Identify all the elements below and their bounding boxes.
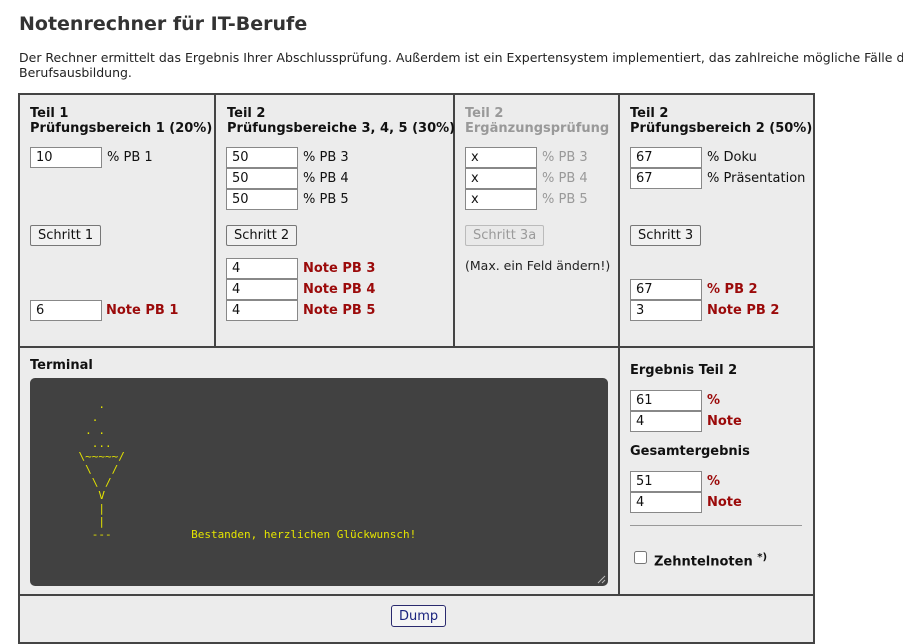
gesamt-percent-input[interactable] bbox=[630, 471, 702, 492]
pb2-percent-result-input[interactable] bbox=[630, 279, 702, 300]
resize-grip-icon[interactable] bbox=[597, 575, 606, 584]
schritt1-button[interactable]: Schritt 1 bbox=[30, 225, 102, 246]
doku-percent-input[interactable] bbox=[630, 147, 702, 168]
dump-button[interactable]: Dump bbox=[391, 605, 447, 627]
ergaenzung-header-line1: Teil 2 bbox=[465, 106, 504, 121]
ergebnis-teil2-title: Ergebnis Teil 2 bbox=[630, 363, 738, 378]
gesamt-percent-label: % bbox=[707, 474, 721, 489]
pb2-header: Teil 2 Prüfungsbereich 2 (50%) bbox=[630, 106, 812, 136]
note-pb1-label: Note PB 1 bbox=[106, 303, 179, 318]
intro-line-1: Der Rechner ermittelt das Ergebnis Ihrer… bbox=[19, 50, 903, 65]
zehntelnoten-text: Zehntelnoten bbox=[654, 554, 753, 570]
pb1-percent-label: % PB 1 bbox=[107, 150, 153, 165]
zehntelnoten-footnote-mark: *) bbox=[757, 552, 768, 563]
note-pb1-input[interactable] bbox=[30, 300, 102, 321]
zehntelnoten-label: Zehntelnoten *) bbox=[654, 550, 767, 569]
note-pb3-input[interactable] bbox=[226, 258, 298, 279]
ergaenzung-pb4-label: % PB 4 bbox=[542, 171, 588, 186]
praesentation-percent-input[interactable] bbox=[630, 168, 702, 189]
pb5-percent-label: % PB 5 bbox=[303, 192, 349, 207]
pb4-percent-label: % PB 4 bbox=[303, 171, 349, 186]
divider bbox=[618, 93, 620, 596]
ergaenzung-pb5-input[interactable] bbox=[465, 189, 537, 210]
note-pb2-input[interactable] bbox=[630, 300, 702, 321]
note-pb4-label: Note PB 4 bbox=[303, 282, 376, 297]
teil1-header-line2: Prüfungsbereich 1 (20%) bbox=[30, 121, 213, 136]
divider bbox=[18, 594, 815, 596]
ergebnis-teil2-note-input[interactable] bbox=[630, 411, 702, 432]
divider bbox=[214, 93, 216, 348]
ergaenzung-hint: (Max. ein Feld ändern!) bbox=[465, 258, 611, 273]
gesamt-note-label: Note bbox=[707, 495, 742, 510]
pb3-percent-input[interactable] bbox=[226, 147, 298, 168]
pb1-percent-input[interactable] bbox=[30, 147, 102, 168]
teil2-header: Teil 2 Prüfungsbereiche 3, 4, 5 (30%) bbox=[227, 106, 455, 136]
pb2-percent-result-label: % PB 2 bbox=[707, 282, 758, 297]
ergaenzung-header-line2: Ergänzungsprüfung bbox=[465, 121, 610, 136]
ergaenzung-header: Teil 2 Ergänzungsprüfung bbox=[465, 106, 609, 136]
ergaenzung-pb5-label: % PB 5 bbox=[542, 192, 588, 207]
ergebnis-teil2-percent-input[interactable] bbox=[630, 390, 702, 411]
pb2-header-line1: Teil 2 bbox=[630, 106, 669, 121]
intro-text: Der Rechner ermittelt das Ergebnis Ihrer… bbox=[19, 50, 903, 80]
gesamt-note-input[interactable] bbox=[630, 492, 702, 513]
teil1-header: Teil 1 Prüfungsbereich 1 (20%) bbox=[30, 106, 212, 136]
schritt3a-button[interactable]: Schritt 3a bbox=[465, 225, 545, 246]
terminal-output[interactable]: . . . . ... \~~~~~/ \ / \ / V | | --- Be… bbox=[30, 378, 608, 586]
terminal-title: Terminal bbox=[30, 358, 93, 373]
zehntelnoten-checkbox[interactable] bbox=[634, 551, 647, 564]
schritt3-button[interactable]: Schritt 3 bbox=[630, 225, 702, 246]
schritt2-button[interactable]: Schritt 2 bbox=[226, 225, 298, 246]
ergaenzung-pb4-input[interactable] bbox=[465, 168, 537, 189]
teil1-header-line1: Teil 1 bbox=[30, 106, 69, 121]
ergaenzung-pb3-input[interactable] bbox=[465, 147, 537, 168]
note-pb3-label: Note PB 3 bbox=[303, 261, 376, 276]
ergebnis-separator bbox=[630, 525, 802, 526]
divider bbox=[18, 346, 815, 348]
note-pb4-input[interactable] bbox=[226, 279, 298, 300]
note-pb5-label: Note PB 5 bbox=[303, 303, 376, 318]
ergaenzung-pb3-label: % PB 3 bbox=[542, 150, 588, 165]
note-pb5-input[interactable] bbox=[226, 300, 298, 321]
praesentation-percent-label: % Präsentation bbox=[707, 171, 806, 186]
pb3-percent-label: % PB 3 bbox=[303, 150, 349, 165]
pb5-percent-input[interactable] bbox=[226, 189, 298, 210]
note-pb2-label: Note PB 2 bbox=[707, 303, 780, 318]
teil2-header-line1: Teil 2 bbox=[227, 106, 266, 121]
teil2-header-line2: Prüfungsbereiche 3, 4, 5 (30%) bbox=[227, 121, 456, 136]
page-title: Notenrechner für IT-Berufe bbox=[19, 13, 308, 35]
doku-percent-label: % Doku bbox=[707, 150, 757, 165]
pb2-header-line2: Prüfungsbereich 2 (50%) bbox=[630, 121, 813, 136]
intro-line-2: Berufsausbildung. bbox=[19, 65, 132, 80]
gesamtergebnis-title: Gesamtergebnis bbox=[630, 444, 750, 459]
ergebnis-teil2-note-label: Note bbox=[707, 414, 742, 429]
ergebnis-teil2-percent-label: % bbox=[707, 393, 721, 408]
pb4-percent-input[interactable] bbox=[226, 168, 298, 189]
